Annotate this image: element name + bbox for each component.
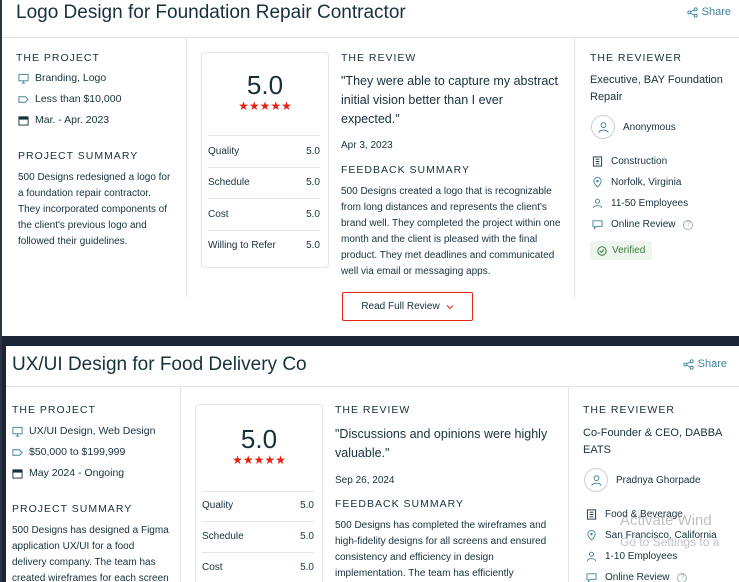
user-icon	[597, 121, 609, 133]
budget: $50,000 to $199,999	[12, 446, 125, 458]
divider	[2, 37, 739, 38]
reviewer-title: Executive, BAY Foundation Repair	[590, 74, 723, 103]
rating-row-cost: Cost 5.0	[208, 209, 320, 220]
avatar	[591, 115, 615, 139]
share-button[interactable]: Share	[683, 358, 727, 370]
star-rating: ★★★★★	[238, 99, 292, 113]
activation-watermark: Activate Wind	[620, 512, 712, 529]
divider	[202, 521, 314, 522]
star-rating: ★★★★★	[232, 453, 286, 467]
building-icon	[592, 156, 603, 167]
review-type: Online Review ?	[586, 572, 688, 582]
divider	[568, 386, 569, 582]
rating-row-quality: Quality 5.0	[208, 146, 320, 157]
read-full-review-button[interactable]: Read Full Review	[342, 292, 473, 321]
project-summary: 500 Designs has designed a Figma applica…	[12, 525, 169, 582]
divider	[202, 552, 314, 553]
chevron-down-icon	[446, 304, 454, 309]
feedback-summary: 500 Designs has completed the wireframes…	[335, 520, 547, 579]
building-icon	[586, 509, 597, 520]
feedback-heading: FEEDBACK SUMMARY	[341, 164, 470, 176]
chat-bubble-icon	[586, 573, 597, 582]
review-date: Apr 3, 2023	[341, 140, 393, 151]
project-summary-heading: PROJECT SUMMARY	[18, 150, 139, 162]
price-tag-icon	[18, 95, 29, 103]
divider	[180, 386, 181, 582]
share-icon	[687, 6, 698, 18]
reviewer-title: Co-Founder & CEO, DABBA EATS	[583, 427, 723, 456]
divider	[208, 230, 320, 231]
location-pin-icon	[593, 177, 602, 188]
review-quote: "They were able to capture my abstract i…	[341, 74, 559, 126]
rating-box: 5.0 ★★★★★ Quality 5.0 Schedule 5.0 Cost 5.0…	[201, 52, 329, 268]
reviewer-name: Anonymous	[623, 121, 676, 133]
share-label: Share	[701, 6, 731, 18]
reviewer-employees: 1-10 Employees	[586, 551, 677, 562]
help-icon[interactable]: ?	[683, 219, 694, 230]
overall-score: 5.0	[246, 70, 284, 100]
review-heading: THE REVIEW	[341, 52, 417, 64]
chat-bubble-icon	[592, 220, 603, 230]
budget: Less than $10,000	[18, 93, 121, 105]
services: Branding, Logo	[18, 72, 106, 84]
rating-row-refer: Willing to Refer 5.0	[208, 240, 320, 251]
reviewer-heading: THE REVIEWER	[590, 52, 682, 64]
divider	[6, 386, 739, 387]
review-heading: THE REVIEW	[335, 404, 411, 416]
review-date: Sep 26, 2024	[335, 475, 395, 486]
reviewer-location: Norfolk, Virginia	[592, 177, 681, 188]
divider	[208, 135, 320, 136]
project-heading: THE PROJECT	[12, 404, 96, 416]
verified-badge: Verified	[590, 241, 653, 260]
services: UX/UI Design, Web Design	[12, 425, 155, 437]
review-title: UX/UI Design for Food Delivery Co	[12, 354, 307, 375]
review-quote: "Discussions and opinions were highly va…	[335, 427, 548, 460]
project-dates: Mar. - Apr. 2023	[18, 114, 109, 126]
project-heading: THE PROJECT	[16, 52, 100, 64]
divider	[202, 491, 314, 492]
rating-row-schedule: Schedule 5.0	[208, 177, 320, 188]
person-icon	[592, 198, 603, 209]
review-type: Online Review ?	[592, 219, 694, 230]
divider	[208, 198, 320, 199]
project-summary: 500 Designs redesigned a logo for a foun…	[18, 172, 171, 247]
rating-row-schedule: Schedule 5.0	[202, 531, 314, 542]
reviewer-heading: THE REVIEWER	[583, 404, 675, 416]
avatar	[584, 468, 608, 492]
review-card: Logo Design for Foundation Repair Contra…	[2, 0, 739, 336]
activation-watermark-subtitle: Go to Settings to a	[620, 535, 720, 549]
rating-row-cost: Cost 5.0	[202, 562, 314, 573]
project-dates: May 2024 - Ongoing	[12, 467, 124, 479]
reviewer: Pradnya Ghorpade	[584, 468, 701, 492]
check-circle-icon	[597, 245, 607, 256]
rating-box: 5.0 ★★★★★ Quality 5.0 Schedule 5.0 Cost 5.0	[195, 404, 323, 582]
monitor-icon	[18, 73, 29, 84]
reviewer: Anonymous	[591, 115, 676, 139]
reviewer-employees: 11-50 Employees	[592, 198, 688, 209]
share-label: Share	[697, 358, 727, 370]
overall-score: 5.0	[240, 424, 278, 454]
divider	[574, 37, 575, 297]
person-icon	[586, 551, 597, 562]
divider	[186, 37, 187, 297]
review-title: Logo Design for Foundation Repair Contra…	[16, 2, 406, 23]
divider	[208, 167, 320, 168]
calendar-icon	[18, 115, 29, 126]
project-summary-heading: PROJECT SUMMARY	[12, 503, 133, 515]
price-tag-icon	[12, 448, 23, 456]
help-icon[interactable]: ?	[677, 572, 688, 582]
reviewer-industry: Construction	[592, 156, 667, 167]
share-button[interactable]: Share	[687, 6, 731, 18]
feedback-summary: 500 Designs created a logo that is recog…	[341, 186, 561, 277]
reviewer-name: Pradnya Ghorpade	[616, 474, 701, 486]
user-icon	[590, 474, 602, 486]
rating-row-quality: Quality 5.0	[202, 500, 314, 511]
location-pin-icon	[587, 530, 596, 541]
feedback-heading: FEEDBACK SUMMARY	[335, 498, 464, 510]
share-icon	[683, 358, 694, 370]
calendar-icon	[12, 468, 23, 479]
monitor-icon	[12, 426, 23, 437]
